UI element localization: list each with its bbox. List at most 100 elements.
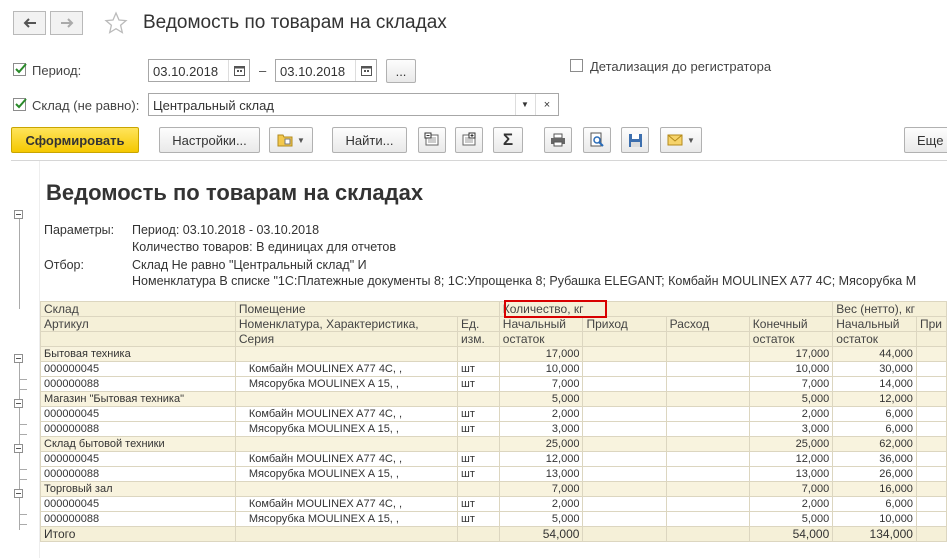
- group-row[interactable]: Бытовая техника 17,000 17,000 44,000: [40, 346, 947, 362]
- group-row[interactable]: Магазин "Бытовая техника" 5,000 5,000 12,00…: [40, 391, 947, 407]
- table-row[interactable]: 000000045 Комбайн MOULINEX A77 4C, , шт 10,…: [40, 361, 947, 377]
- expand-groups-button[interactable]: [455, 127, 483, 153]
- empty-cell: [582, 376, 667, 392]
- article-cell: 000000088: [40, 376, 236, 392]
- unit-cell: шт: [457, 511, 500, 527]
- sum-button[interactable]: Σ: [493, 127, 523, 153]
- table-row[interactable]: 000000045 Комбайн MOULINEX A77 4C, , шт 12,…: [40, 451, 947, 467]
- empty-cell: [915, 436, 947, 452]
- variants-button[interactable]: ▼: [269, 127, 313, 153]
- save-button[interactable]: [621, 127, 649, 153]
- qty-end-cell: 3,000: [748, 421, 834, 437]
- weight-start-cell: 12,000: [832, 391, 917, 407]
- empty-cell: [665, 376, 750, 392]
- forward-button[interactable]: [50, 11, 83, 35]
- empty-cell: [582, 511, 667, 527]
- table-row[interactable]: 000000088 Мясорубка MOULINEX A 15, , шт 13,…: [40, 466, 947, 482]
- checkmark-icon: [15, 63, 27, 74]
- empty-cell: [915, 361, 947, 377]
- warehouse-filter-field[interactable]: Центральный склад ▼ ×: [148, 93, 559, 116]
- empty-cell: [582, 421, 667, 437]
- gutter-tick: [19, 379, 27, 380]
- table-row[interactable]: 000000045 Комбайн MOULINEX A77 4C, , шт 2,0…: [40, 406, 947, 422]
- total-empty-cell: [582, 526, 667, 542]
- find-button[interactable]: Найти...: [332, 127, 407, 153]
- table-row[interactable]: 000000088 Мясорубка MOULINEX A 15, , шт 3,0…: [40, 421, 947, 437]
- collapse-group-icon[interactable]: [14, 210, 23, 219]
- dropdown-icon[interactable]: ▼: [515, 94, 534, 115]
- weight-start-cell: 6,000: [832, 496, 917, 512]
- period-to-field[interactable]: 03.10.2018: [275, 59, 377, 82]
- col-unit: Ед.: [457, 316, 500, 332]
- empty-cell: [582, 406, 667, 422]
- generate-button[interactable]: Сформировать: [11, 127, 139, 153]
- empty-cell: [665, 391, 750, 407]
- col-weight-start-cont: остаток: [832, 331, 917, 347]
- total-qty-start: 54,000: [498, 526, 584, 542]
- qty-end-cell: 7,000: [748, 481, 834, 497]
- header-empty-cell: [665, 331, 750, 347]
- empty-cell: [915, 346, 947, 362]
- qty-end-cell: 25,000: [748, 436, 834, 452]
- empty-cell: [582, 391, 667, 407]
- qty-end-cell: 5,000: [748, 511, 834, 527]
- collapse-groups-button[interactable]: [418, 127, 446, 153]
- period-label: Период:: [32, 63, 82, 78]
- header-empty-cell: [915, 331, 947, 347]
- group-row[interactable]: Торговый зал 7,000 7,000 16,000: [40, 481, 947, 497]
- clear-icon[interactable]: ×: [535, 94, 558, 115]
- calendar-icon[interactable]: [355, 60, 376, 81]
- empty-cell: [915, 451, 947, 467]
- nomenclature-cell: Мясорубка MOULINEX A 15, ,: [234, 421, 459, 437]
- empty-cell: [582, 496, 667, 512]
- table-row[interactable]: 000000088 Мясорубка MOULINEX A 15, , шт 7,0…: [40, 376, 947, 392]
- page-title: Ведомость по товарам на складах: [143, 12, 447, 33]
- print-button[interactable]: [544, 127, 572, 153]
- collapse-group-icon[interactable]: [14, 354, 23, 363]
- period-select-button[interactable]: ...: [386, 59, 416, 83]
- gutter-tick: [19, 434, 27, 435]
- nomenclature-cell: Мясорубка MOULINEX A 15, ,: [234, 511, 459, 527]
- weight-start-cell: 10,000: [832, 511, 917, 527]
- empty-cell: [915, 406, 947, 422]
- chevron-down-icon: ▼: [687, 135, 695, 145]
- col-weight-income: При: [915, 316, 947, 332]
- favorite-star-icon[interactable]: [104, 11, 128, 38]
- more-button[interactable]: Еще: [904, 127, 947, 153]
- warehouse-filter-checkbox[interactable]: [13, 98, 27, 111]
- detail-checkbox[interactable]: [570, 59, 583, 72]
- weight-start-cell: 26,000: [832, 466, 917, 482]
- preview-button[interactable]: [583, 127, 611, 153]
- table-row[interactable]: 000000045 Комбайн MOULINEX A77 4C, , шт 2,0…: [40, 496, 947, 512]
- collapse-group-icon[interactable]: [14, 399, 23, 408]
- total-qty-end: 54,000: [748, 526, 834, 542]
- collapse-group-icon[interactable]: [14, 444, 23, 453]
- qty-start-cell: 13,000: [498, 466, 584, 482]
- filter-nomenclature: Номенклатура В списке "1С:Платежные доку…: [132, 274, 917, 288]
- send-email-button[interactable]: ▼: [660, 127, 702, 153]
- collapse-group-icon[interactable]: [14, 489, 23, 498]
- group-name-cell: Бытовая техника: [40, 346, 236, 362]
- settings-button[interactable]: Настройки...: [159, 127, 260, 153]
- weight-start-cell: 6,000: [832, 406, 917, 422]
- col-room: Помещение: [234, 301, 500, 317]
- group-row[interactable]: Склад бытовой техники 25,000 25,000 62,000: [40, 436, 947, 452]
- group-name-cell: Торговый зал: [40, 481, 236, 497]
- printer-icon: [551, 133, 565, 147]
- table-row[interactable]: 000000088 Мясорубка MOULINEX A 15, , шт 5,0…: [40, 511, 947, 527]
- period-from-field[interactable]: 03.10.2018: [148, 59, 250, 82]
- col-warehouse: Склад: [40, 301, 236, 317]
- empty-cell: [665, 496, 750, 512]
- qty-end-cell: 10,000: [748, 361, 834, 377]
- total-empty-cell: [665, 526, 750, 542]
- weight-start-cell: 6,000: [832, 421, 917, 437]
- empty-cell: [665, 466, 750, 482]
- calendar-icon[interactable]: [228, 60, 249, 81]
- empty-cell: [915, 511, 947, 527]
- qty-start-cell: 3,000: [498, 421, 584, 437]
- weight-start-cell: 36,000: [832, 451, 917, 467]
- empty-cell: [582, 481, 667, 497]
- filter-label: Отбор:: [44, 258, 84, 272]
- period-checkbox[interactable]: [13, 63, 27, 76]
- back-button[interactable]: [13, 11, 46, 35]
